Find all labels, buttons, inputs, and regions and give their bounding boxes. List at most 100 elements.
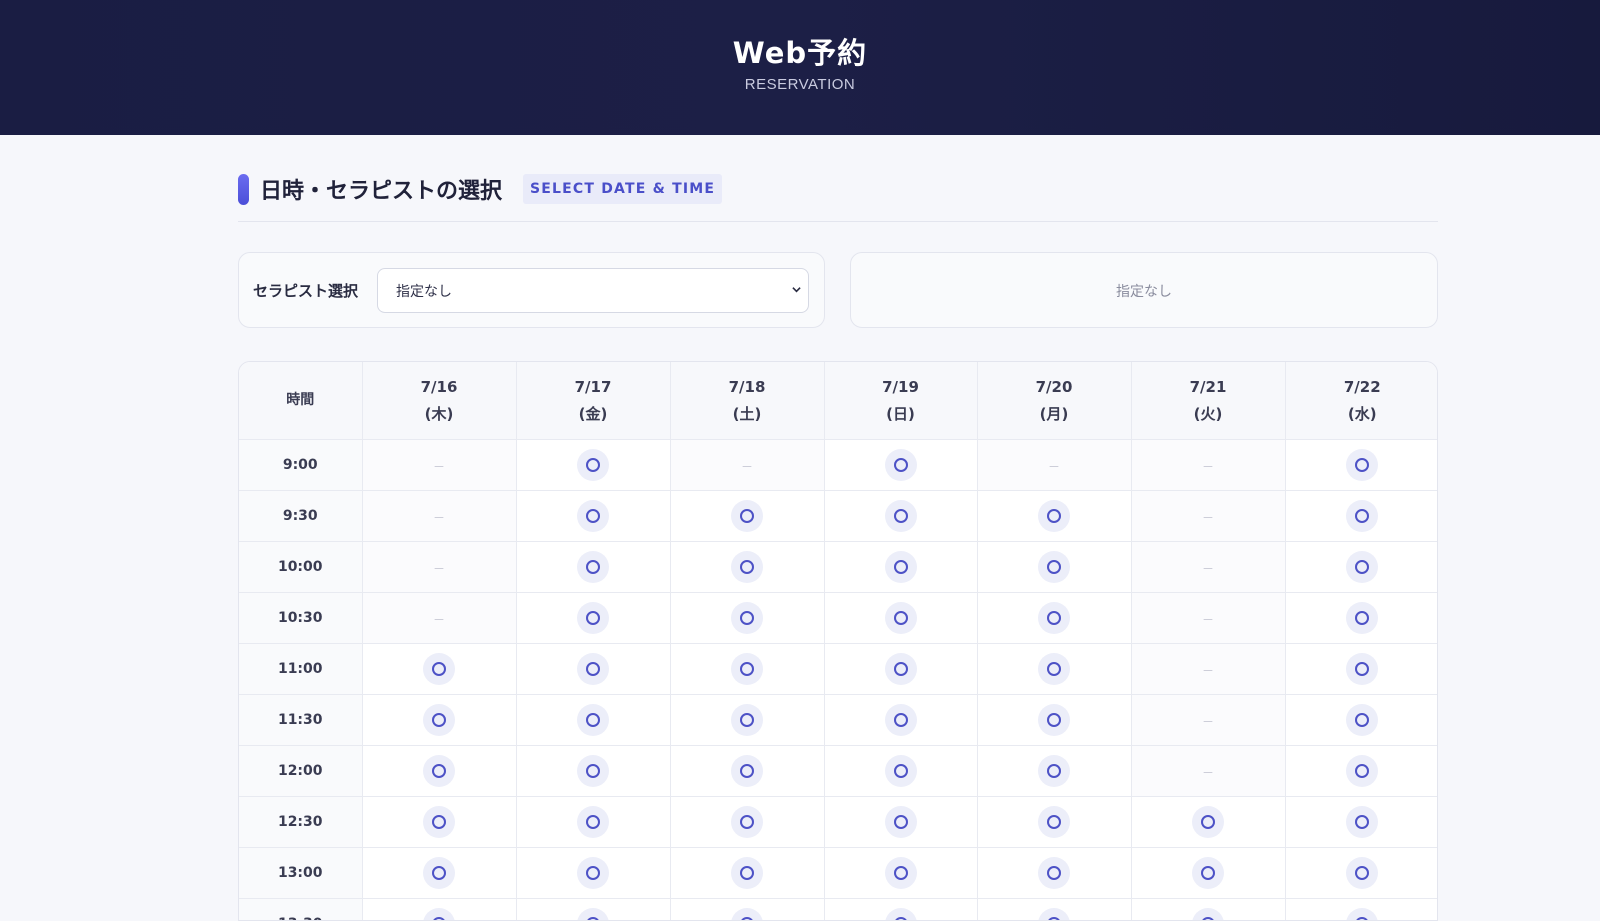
- available-slot-cell[interactable]: [516, 746, 670, 797]
- circle-available-icon[interactable]: [1346, 551, 1378, 583]
- circle-available-icon[interactable]: [1038, 551, 1070, 583]
- available-slot-cell[interactable]: [977, 593, 1131, 644]
- available-slot-cell[interactable]: [1285, 848, 1438, 899]
- circle-available-icon[interactable]: [577, 551, 609, 583]
- available-slot-cell[interactable]: [824, 797, 977, 848]
- circle-available-icon[interactable]: [1038, 704, 1070, 736]
- circle-available-icon[interactable]: [885, 908, 917, 921]
- circle-available-icon[interactable]: [1346, 908, 1378, 921]
- available-slot-cell[interactable]: [824, 644, 977, 695]
- circle-available-icon[interactable]: [423, 857, 455, 889]
- circle-available-icon[interactable]: [577, 449, 609, 481]
- circle-available-icon[interactable]: [423, 755, 455, 787]
- circle-available-icon[interactable]: [577, 806, 609, 838]
- circle-available-icon[interactable]: [1038, 857, 1070, 889]
- circle-available-icon[interactable]: [1038, 755, 1070, 787]
- available-slot-cell[interactable]: [362, 644, 516, 695]
- circle-available-icon[interactable]: [885, 602, 917, 634]
- available-slot-cell[interactable]: [1285, 797, 1438, 848]
- circle-available-icon[interactable]: [1346, 857, 1378, 889]
- circle-available-icon[interactable]: [731, 755, 763, 787]
- circle-available-icon[interactable]: [885, 806, 917, 838]
- circle-available-icon[interactable]: [885, 449, 917, 481]
- circle-available-icon[interactable]: [885, 704, 917, 736]
- available-slot-cell[interactable]: [670, 746, 824, 797]
- available-slot-cell[interactable]: [824, 695, 977, 746]
- circle-available-icon[interactable]: [423, 908, 455, 921]
- circle-available-icon[interactable]: [1346, 449, 1378, 481]
- available-slot-cell[interactable]: [670, 848, 824, 899]
- available-slot-cell[interactable]: [824, 899, 977, 921]
- circle-available-icon[interactable]: [731, 551, 763, 583]
- circle-available-icon[interactable]: [423, 704, 455, 736]
- available-slot-cell[interactable]: [1285, 440, 1438, 491]
- available-slot-cell[interactable]: [1285, 899, 1438, 921]
- available-slot-cell[interactable]: [516, 797, 670, 848]
- available-slot-cell[interactable]: [516, 491, 670, 542]
- available-slot-cell[interactable]: [1285, 542, 1438, 593]
- circle-available-icon[interactable]: [577, 500, 609, 532]
- circle-available-icon[interactable]: [885, 857, 917, 889]
- available-slot-cell[interactable]: [670, 797, 824, 848]
- available-slot-cell[interactable]: [670, 542, 824, 593]
- available-slot-cell[interactable]: [670, 644, 824, 695]
- circle-available-icon[interactable]: [577, 602, 609, 634]
- available-slot-cell[interactable]: [1131, 848, 1285, 899]
- available-slot-cell[interactable]: [1285, 695, 1438, 746]
- available-slot-cell[interactable]: [362, 746, 516, 797]
- circle-available-icon[interactable]: [885, 500, 917, 532]
- circle-available-icon[interactable]: [1038, 500, 1070, 532]
- circle-available-icon[interactable]: [1038, 908, 1070, 921]
- circle-available-icon[interactable]: [1346, 500, 1378, 532]
- circle-available-icon[interactable]: [731, 704, 763, 736]
- available-slot-cell[interactable]: [516, 899, 670, 921]
- therapist-select[interactable]: 指定なし: [377, 268, 809, 313]
- available-slot-cell[interactable]: [362, 797, 516, 848]
- circle-available-icon[interactable]: [1192, 857, 1224, 889]
- available-slot-cell[interactable]: [362, 899, 516, 921]
- circle-available-icon[interactable]: [577, 755, 609, 787]
- circle-available-icon[interactable]: [731, 653, 763, 685]
- circle-available-icon[interactable]: [577, 704, 609, 736]
- available-slot-cell[interactable]: [670, 491, 824, 542]
- available-slot-cell[interactable]: [824, 593, 977, 644]
- available-slot-cell[interactable]: [516, 848, 670, 899]
- available-slot-cell[interactable]: [977, 746, 1131, 797]
- circle-available-icon[interactable]: [885, 551, 917, 583]
- circle-available-icon[interactable]: [731, 500, 763, 532]
- available-slot-cell[interactable]: [977, 644, 1131, 695]
- available-slot-cell[interactable]: [824, 542, 977, 593]
- available-slot-cell[interactable]: [362, 695, 516, 746]
- available-slot-cell[interactable]: [516, 542, 670, 593]
- circle-available-icon[interactable]: [731, 908, 763, 921]
- available-slot-cell[interactable]: [516, 644, 670, 695]
- circle-available-icon[interactable]: [423, 653, 455, 685]
- available-slot-cell[interactable]: [1285, 746, 1438, 797]
- available-slot-cell[interactable]: [977, 848, 1131, 899]
- available-slot-cell[interactable]: [824, 440, 977, 491]
- circle-available-icon[interactable]: [577, 653, 609, 685]
- available-slot-cell[interactable]: [670, 695, 824, 746]
- circle-available-icon[interactable]: [1038, 806, 1070, 838]
- available-slot-cell[interactable]: [670, 899, 824, 921]
- available-slot-cell[interactable]: [1285, 644, 1438, 695]
- circle-available-icon[interactable]: [1192, 908, 1224, 921]
- circle-available-icon[interactable]: [731, 602, 763, 634]
- circle-available-icon[interactable]: [423, 806, 455, 838]
- available-slot-cell[interactable]: [977, 542, 1131, 593]
- available-slot-cell[interactable]: [1131, 899, 1285, 921]
- available-slot-cell[interactable]: [516, 695, 670, 746]
- available-slot-cell[interactable]: [977, 899, 1131, 921]
- available-slot-cell[interactable]: [824, 746, 977, 797]
- available-slot-cell[interactable]: [1285, 593, 1438, 644]
- circle-available-icon[interactable]: [1346, 653, 1378, 685]
- circle-available-icon[interactable]: [1346, 704, 1378, 736]
- circle-available-icon[interactable]: [1346, 755, 1378, 787]
- circle-available-icon[interactable]: [1192, 806, 1224, 838]
- circle-available-icon[interactable]: [1346, 602, 1378, 634]
- available-slot-cell[interactable]: [1131, 797, 1285, 848]
- available-slot-cell[interactable]: [670, 593, 824, 644]
- circle-available-icon[interactable]: [731, 806, 763, 838]
- circle-available-icon[interactable]: [885, 755, 917, 787]
- circle-available-icon[interactable]: [1038, 653, 1070, 685]
